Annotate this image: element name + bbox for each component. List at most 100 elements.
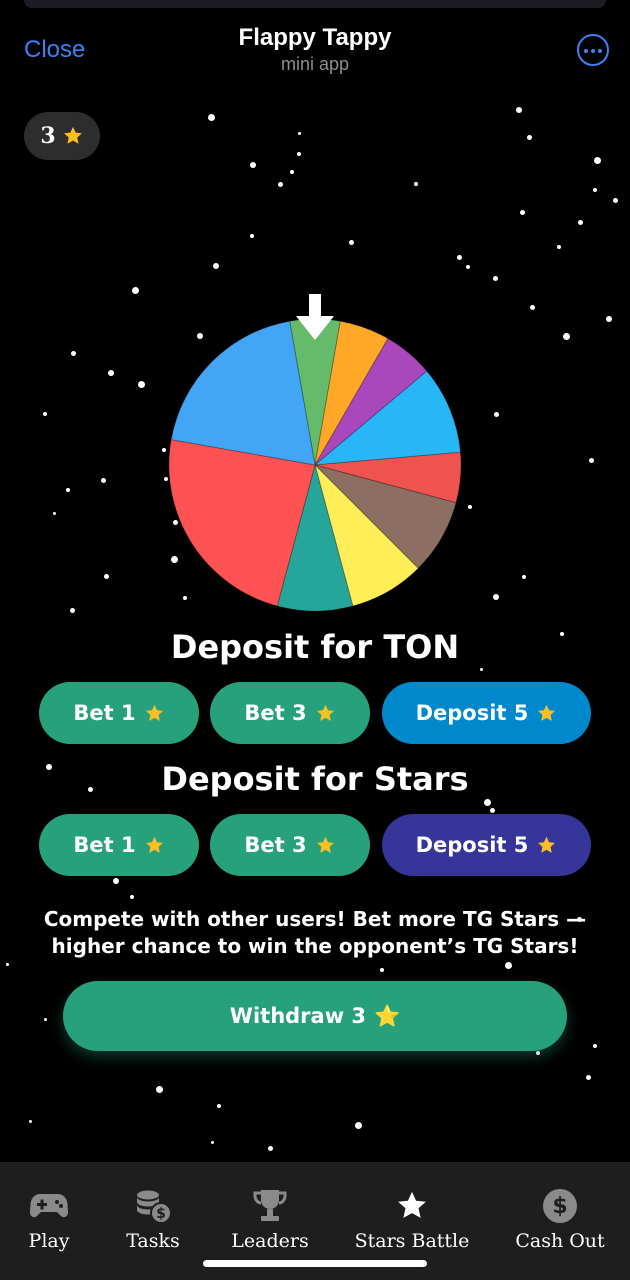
background-star xyxy=(613,198,618,203)
background-star xyxy=(414,182,418,186)
coins-icon: $ xyxy=(137,1190,172,1224)
background-star xyxy=(557,245,561,249)
background-star xyxy=(298,132,301,135)
background-star xyxy=(132,287,139,294)
stars-bet-3-button[interactable]: Bet 3 xyxy=(210,814,370,876)
background-star xyxy=(29,1120,32,1123)
tab-label: Play xyxy=(28,1230,70,1252)
background-star xyxy=(297,152,301,156)
background-star xyxy=(522,575,526,579)
withdraw-button[interactable]: Withdraw 3 ⭐ xyxy=(63,981,567,1051)
background-star xyxy=(104,574,109,579)
compete-description: Compete with other users! Bet more TG St… xyxy=(43,907,587,958)
gamepad-icon xyxy=(30,1194,68,1218)
background-star xyxy=(108,370,114,376)
withdraw-label: Withdraw 3 xyxy=(229,1004,367,1028)
star-icon xyxy=(316,836,334,853)
background-star xyxy=(516,107,522,113)
background-star xyxy=(217,1104,221,1108)
background-star xyxy=(563,333,570,340)
tab-play[interactable]: Play xyxy=(0,1162,98,1262)
background-star xyxy=(208,114,215,121)
tab-stars-battle[interactable]: Stars Battle xyxy=(352,1162,472,1262)
background-star xyxy=(530,305,535,310)
background-star xyxy=(43,412,47,416)
more-options-icon[interactable] xyxy=(577,34,609,66)
background-star xyxy=(466,265,470,269)
star-icon xyxy=(538,704,556,721)
background-star xyxy=(494,412,499,417)
background-star xyxy=(213,263,219,269)
wheel-segment xyxy=(170,320,316,466)
background-star xyxy=(162,448,166,452)
tab-cash-out[interactable]: $ Cash Out xyxy=(510,1162,610,1262)
star-balance-value: 3 xyxy=(40,123,56,149)
tab-leaders[interactable]: Leaders xyxy=(220,1162,320,1262)
background-star xyxy=(536,1051,540,1055)
tab-tasks[interactable]: $ Tasks xyxy=(104,1162,202,1262)
background-star xyxy=(593,1044,597,1048)
button-label: Bet 3 xyxy=(244,833,307,857)
star-icon xyxy=(398,1191,426,1218)
ton-bet-3-button[interactable]: Bet 3 xyxy=(210,682,370,744)
background-star xyxy=(355,1122,362,1129)
background-star xyxy=(380,968,384,972)
tab-label: Leaders xyxy=(231,1230,309,1252)
background-star xyxy=(70,608,75,613)
background-star xyxy=(505,962,512,969)
button-label: Bet 1 xyxy=(73,833,136,857)
home-indicator xyxy=(203,1260,427,1267)
button-label: Bet 3 xyxy=(244,701,307,725)
background-star xyxy=(250,234,254,238)
background-star xyxy=(520,210,525,215)
background-star xyxy=(457,255,462,260)
background-star xyxy=(606,316,612,322)
background-star xyxy=(589,458,594,463)
background-star xyxy=(594,157,601,164)
arrow-down-icon xyxy=(296,294,334,340)
background-star xyxy=(211,1141,214,1144)
background-star xyxy=(593,188,597,192)
stars-section-title: Deposit for Stars xyxy=(161,760,469,798)
background-star xyxy=(480,668,483,671)
background-star xyxy=(138,381,145,388)
background-star xyxy=(66,488,70,492)
dollar-coin-icon: $ xyxy=(543,1189,577,1223)
background-star xyxy=(290,170,294,174)
stars-deposit-5-button[interactable]: Deposit 5 xyxy=(382,814,591,876)
background-star xyxy=(53,512,56,515)
background-star xyxy=(6,963,9,966)
background-star xyxy=(493,276,498,281)
background-star xyxy=(493,594,499,600)
background-star xyxy=(113,878,119,884)
background-star xyxy=(578,220,583,225)
star-emoji-icon: ⭐ xyxy=(374,1003,401,1028)
ton-deposit-5-button[interactable]: Deposit 5 xyxy=(382,682,591,744)
trophy-icon xyxy=(253,1190,287,1221)
button-label: Bet 1 xyxy=(73,701,136,725)
background-star xyxy=(156,1086,163,1093)
background-star xyxy=(527,135,532,140)
stars-bet-1-button[interactable]: Bet 1 xyxy=(39,814,199,876)
tab-label: Tasks xyxy=(126,1230,180,1252)
tab-label: Cash Out xyxy=(515,1230,605,1252)
star-icon xyxy=(145,836,163,853)
background-star xyxy=(44,1018,47,1021)
background-star xyxy=(349,240,354,245)
app-header: Close Flappy Tappy mini app xyxy=(0,14,630,84)
app-subtitle: mini app xyxy=(280,54,350,74)
star-icon xyxy=(145,704,163,721)
star-icon xyxy=(316,704,334,721)
background-star xyxy=(130,895,134,899)
background-star xyxy=(586,1075,591,1080)
button-label: Deposit 5 xyxy=(415,701,529,725)
star-icon xyxy=(63,126,82,144)
prize-wheel[interactable] xyxy=(168,318,462,612)
top-edge xyxy=(24,0,606,8)
background-star xyxy=(490,808,495,813)
background-star xyxy=(278,182,283,187)
background-star xyxy=(101,478,106,483)
ton-bet-1-button[interactable]: Bet 1 xyxy=(39,682,199,744)
svg-text:$: $ xyxy=(552,1194,567,1219)
tab-label: Stars Battle xyxy=(354,1230,470,1252)
